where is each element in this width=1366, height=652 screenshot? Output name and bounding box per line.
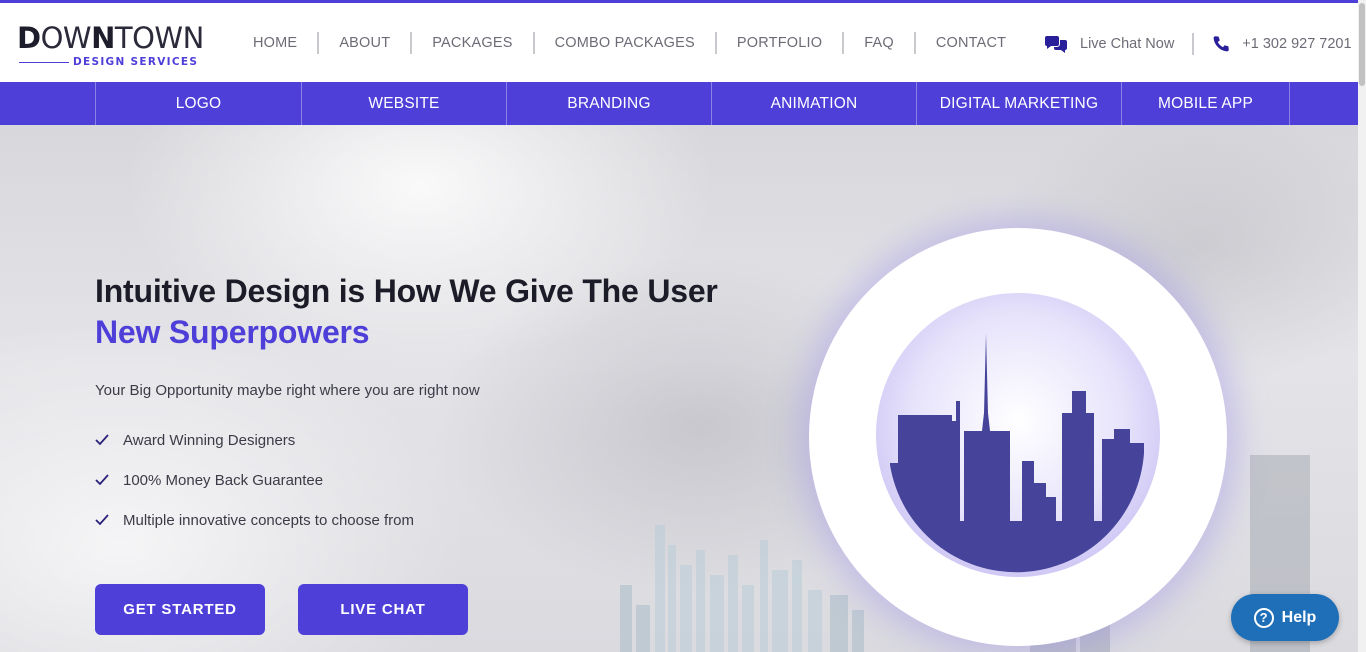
help-button[interactable]: ? Help	[1231, 594, 1339, 641]
checkmark-icon	[95, 474, 109, 486]
live-chat-label: Live Chat Now	[1080, 36, 1175, 52]
checkmark-icon	[95, 514, 109, 526]
feature-item: Award Winning Designers	[95, 430, 414, 450]
live-chat-link[interactable]: Live Chat Now	[1044, 35, 1174, 53]
hero-emblem	[809, 228, 1227, 646]
service-nav: LOGO WEBSITE BRANDING ANIMATION DIGITAL …	[0, 82, 1366, 125]
hero-section: Intuitive Design is How We Give The User…	[0, 125, 1358, 652]
logo-letter-d: D	[17, 21, 41, 55]
service-nav-branding[interactable]: BRANDING	[506, 82, 711, 125]
nav-item-portfolio[interactable]: PORTFOLIO	[717, 35, 842, 51]
contact-divider	[1192, 33, 1195, 55]
phone-icon	[1213, 36, 1230, 52]
header-contact: Live Chat Now +1 302 927 7201	[1044, 32, 1352, 56]
live-chat-button[interactable]: LIVE CHAT	[298, 584, 468, 635]
nav-item-about[interactable]: ABOUT	[319, 35, 410, 51]
feature-label: Award Winning Designers	[123, 431, 296, 449]
phone-number: +1 302 927 7201	[1242, 36, 1352, 52]
nav-item-faq[interactable]: FAQ	[844, 35, 914, 51]
logo-underline	[19, 62, 69, 63]
hero-subtitle: Your Big Opportunity maybe right where y…	[95, 382, 480, 399]
service-nav-logo[interactable]: LOGO	[95, 82, 301, 125]
feature-item: Multiple innovative concepts to choose f…	[95, 510, 414, 530]
get-started-button[interactable]: GET STARTED	[95, 584, 265, 635]
hero-title-highlight: New Superpowers	[95, 314, 370, 350]
logo-subtitle: DESIGN SERVICES	[73, 56, 199, 68]
chat-bubbles-icon	[1045, 36, 1067, 53]
feature-list: Award Winning Designers 100% Money Back …	[95, 430, 414, 550]
logo-letter-n: N	[91, 21, 115, 55]
page-scrollbar[interactable]	[1358, 0, 1366, 652]
scrollbar-thumb[interactable]	[1359, 3, 1365, 86]
feature-label: 100% Money Back Guarantee	[123, 471, 324, 489]
logo[interactable]: DOWNTOWN DESIGN SERVICES	[17, 21, 212, 71]
nav-item-contact[interactable]: CONTACT	[916, 35, 1026, 51]
help-label: Help	[1281, 608, 1317, 626]
logo-wordmark: DOWNTOWN	[17, 21, 204, 55]
service-nav-divider	[1289, 82, 1290, 125]
nav-item-combo-packages[interactable]: COMBO PACKAGES	[535, 35, 715, 51]
logo-letters-town: TOWN	[114, 21, 204, 55]
service-nav-website[interactable]: WEBSITE	[301, 82, 506, 125]
city-skyline-icon	[890, 333, 1144, 573]
hero-title: Intuitive Design is How We Give The User	[95, 273, 718, 309]
service-nav-animation[interactable]: ANIMATION	[711, 82, 916, 125]
feature-item: 100% Money Back Guarantee	[95, 470, 414, 490]
checkmark-icon	[95, 434, 109, 446]
question-mark-icon: ?	[1253, 607, 1274, 628]
service-nav-mobile-app[interactable]: MOBILE APP	[1121, 82, 1289, 125]
site-header: DOWNTOWN DESIGN SERVICES HOME ABOUT PACK…	[0, 3, 1366, 82]
logo-letters-ow: OW	[40, 21, 92, 55]
nav-item-packages[interactable]: PACKAGES	[412, 35, 532, 51]
nav-item-home[interactable]: HOME	[233, 35, 317, 51]
feature-label: Multiple innovative concepts to choose f…	[123, 511, 414, 529]
service-nav-digital-marketing[interactable]: DIGITAL MARKETING	[916, 82, 1121, 125]
phone-link[interactable]: +1 302 927 7201	[1212, 35, 1352, 53]
skyline-emblem	[876, 293, 1160, 577]
main-nav: HOME ABOUT PACKAGES COMBO PACKAGES PORTF…	[233, 31, 1026, 55]
